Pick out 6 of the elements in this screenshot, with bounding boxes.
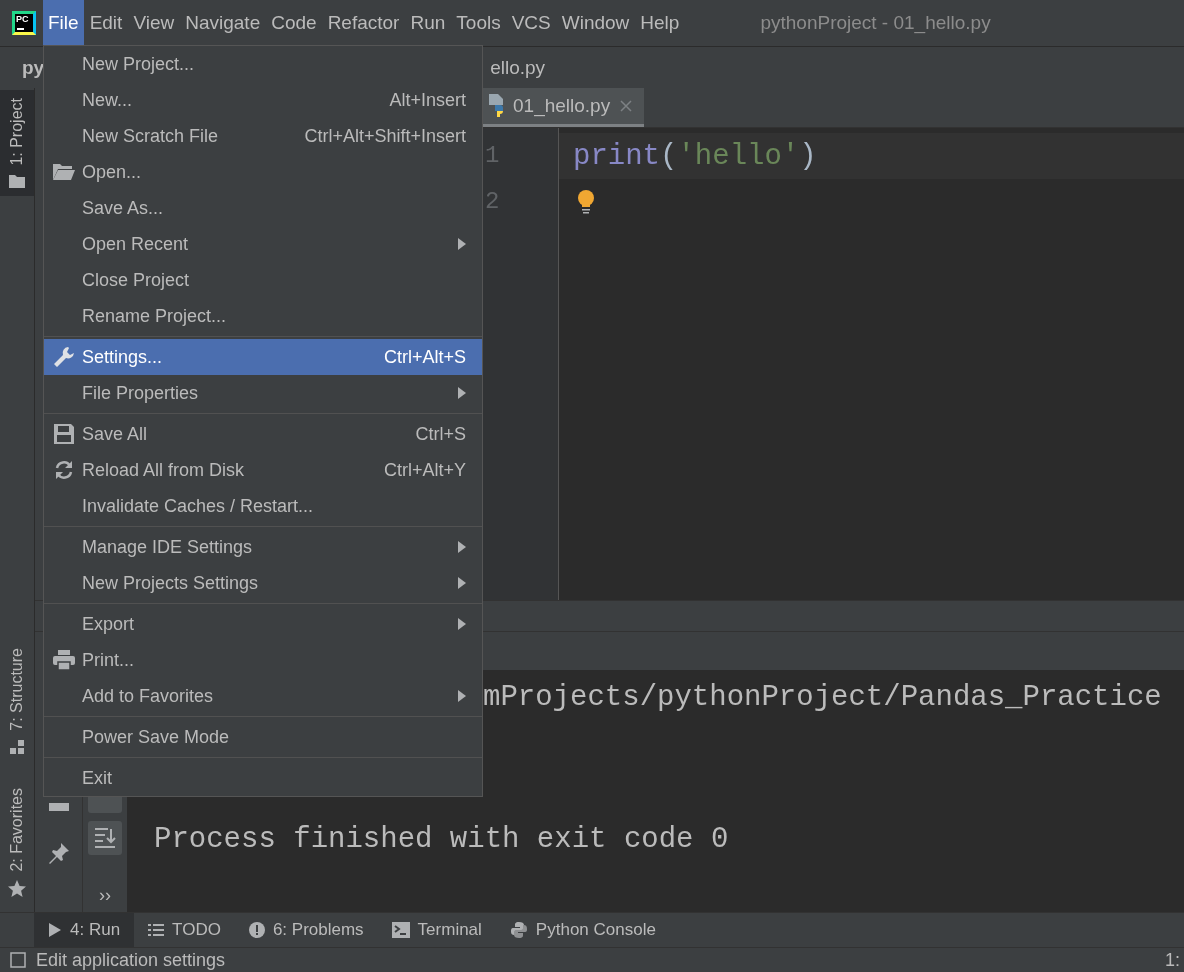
- console-line: Process finished with exit code 0: [154, 822, 730, 858]
- app-logo: PC: [12, 11, 36, 35]
- code-line: print('hello'): [573, 139, 817, 173]
- status-message: Edit application settings: [36, 949, 227, 971]
- window-title: pythonProject - 01_hello.py: [760, 12, 991, 34]
- console-line: mProjects/pythonProject/Pandas_Practice: [483, 680, 1163, 716]
